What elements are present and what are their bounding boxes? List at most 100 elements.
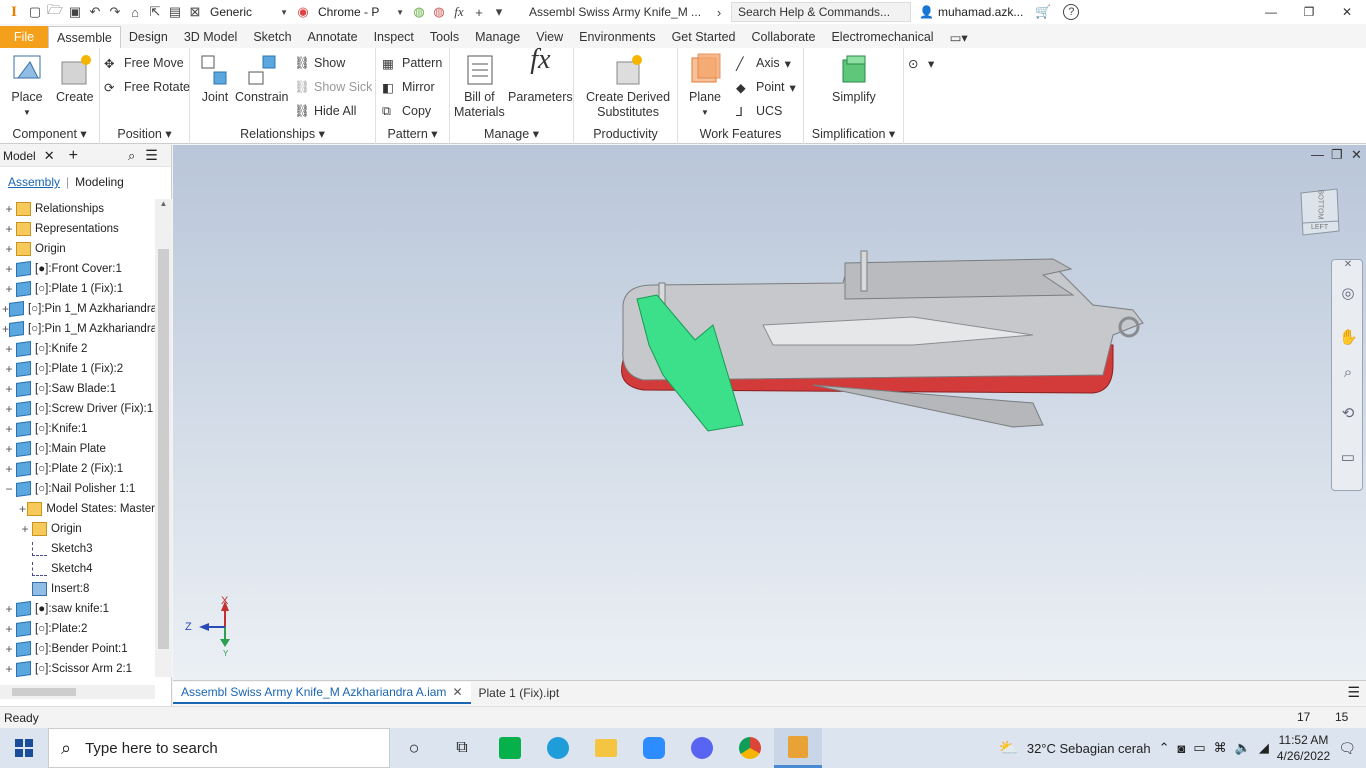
restore-button[interactable]: ❐ — [1290, 0, 1328, 24]
tab-assembly[interactable]: Assembly — [8, 175, 60, 189]
close-button[interactable]: ✕ — [1328, 0, 1366, 24]
expand-toggle-icon[interactable]: + — [2, 222, 16, 236]
webcam-icon[interactable]: ◙ — [1177, 741, 1185, 756]
chevron-right-icon[interactable]: › — [709, 2, 729, 22]
expand-toggle-icon[interactable]: + — [2, 362, 16, 376]
tree-item[interactable]: + [○]:Plate:2 — [0, 619, 155, 639]
bill-of-materials-button[interactable]: Bill of Materials — [454, 52, 505, 120]
inventor-logo-icon[interactable]: I — [3, 1, 25, 23]
chrome-icon[interactable] — [726, 728, 774, 768]
inventor-taskbar-icon[interactable] — [774, 728, 822, 768]
redo-icon[interactable]: ↷ — [105, 2, 125, 22]
create-derived-substitutes-button[interactable]: Create Derived Substitutes — [586, 52, 670, 120]
tree-item[interactable]: Insert:8 — [0, 579, 155, 599]
expand-toggle-icon[interactable]: + — [18, 522, 32, 536]
expand-toggle-icon[interactable]: + — [2, 282, 16, 296]
expand-toggle-icon[interactable]: + — [2, 202, 16, 216]
chevron-up-icon[interactable]: ⌃ — [1159, 740, 1170, 756]
viewport-restore-icon[interactable]: ❐ — [1331, 147, 1343, 163]
start-button[interactable] — [0, 728, 48, 768]
expand-toggle-icon[interactable]: + — [2, 602, 16, 616]
show-button[interactable]: ⛓ Show — [294, 53, 345, 73]
tree-item[interactable]: + Representations — [0, 219, 155, 239]
viewcube[interactable]: BOTTOM LEFT — [1297, 185, 1341, 241]
parameters-button[interactable]: fx Parameters — [508, 46, 573, 105]
pan-icon[interactable]: ✋ — [1339, 328, 1358, 346]
browser-horizontal-scrollbar[interactable] — [0, 685, 155, 699]
update-icon[interactable]: ▤ — [165, 2, 185, 22]
viewcube-left-face[interactable]: LEFT — [1311, 224, 1328, 231]
zoom-app-icon[interactable] — [630, 728, 678, 768]
tab-modeling[interactable]: Modeling — [75, 175, 124, 189]
tab-design[interactable]: Design — [121, 26, 176, 48]
tab-electromechanical[interactable]: Electromechanical — [823, 26, 941, 48]
cortana-icon[interactable]: ○ — [390, 728, 438, 768]
user-account[interactable]: 👤 muhamad.azk... — [919, 5, 1023, 19]
tree-item[interactable]: + Model States: Master — [0, 499, 155, 519]
tree-item[interactable]: + [○]:Pin 1_M Azkhariandra — [0, 319, 155, 339]
tab-inspect[interactable]: Inspect — [366, 26, 422, 48]
viewport-minimize-icon[interactable]: — — [1311, 147, 1324, 162]
tree-item[interactable]: + Relationships — [0, 199, 155, 219]
document-menu-icon[interactable]: ☰ — [1347, 684, 1360, 701]
ucs-button[interactable]: ⅃ UCS — [736, 101, 782, 121]
tab-tools[interactable]: Tools — [422, 26, 467, 48]
free-rotate-button[interactable]: ⟳ Free Rotate — [104, 77, 190, 97]
cart-icon[interactable]: 🛒 — [1033, 2, 1053, 22]
expand-toggle-icon[interactable]: + — [2, 422, 16, 436]
joint-button[interactable]: Joint — [198, 52, 232, 105]
expand-toggle-icon[interactable]: + — [2, 242, 16, 256]
close-tab-icon[interactable]: ✕ — [452, 685, 462, 699]
tree-item[interactable]: + [○]:Scissor Arm 2:1 — [0, 659, 155, 677]
viewcube-bottom-face[interactable]: BOTTOM — [1316, 190, 1323, 220]
line-app-icon[interactable] — [486, 728, 534, 768]
expand-toggle-icon[interactable]: + — [2, 302, 9, 316]
panel-title-pattern[interactable]: Pattern ▾ — [376, 126, 449, 141]
free-move-button[interactable]: ✥ Free Move — [104, 53, 184, 73]
browser-title[interactable]: Model — [3, 149, 36, 163]
expand-toggle-icon[interactable]: − — [2, 482, 16, 496]
orbit-icon[interactable]: ⟲ — [1339, 404, 1357, 422]
edge-icon[interactable] — [534, 728, 582, 768]
tree-item[interactable]: + [●]:saw knife:1 — [0, 599, 155, 619]
tab-manage[interactable]: Manage — [467, 26, 528, 48]
tab-file[interactable]: File — [0, 26, 48, 48]
pattern-button[interactable]: ▦ Pattern — [382, 53, 442, 73]
tree-item[interactable]: + [○]:Saw Blade:1 — [0, 379, 155, 399]
expand-toggle-icon[interactable]: + — [2, 442, 16, 456]
tree-item[interactable]: + [○]:Bender Point:1 — [0, 639, 155, 659]
expand-toggle-icon[interactable]: + — [2, 402, 16, 416]
axis-button[interactable]: ╱ Axis ▾ — [736, 53, 791, 73]
expand-toggle-icon[interactable]: + — [2, 322, 9, 336]
wifi-icon[interactable]: ◢ — [1259, 740, 1269, 756]
viewport-close-icon[interactable]: ✕ — [1351, 147, 1362, 163]
panel-title-simplification[interactable]: Simplification ▾ — [804, 126, 903, 141]
tree-item[interactable]: + [○]:Knife 2 — [0, 339, 155, 359]
customize-icon[interactable]: ▾ — [489, 2, 509, 22]
add-browser-icon[interactable]: + — [69, 147, 78, 165]
tree-item[interactable]: + [○]:Pin 1_M Azkhariandra — [0, 299, 155, 319]
appearance-dropdown[interactable]: Chrome - P ▼ — [313, 3, 409, 21]
tree-item[interactable]: + [○]:Screw Driver (Fix):1 — [0, 399, 155, 419]
hide-all-button[interactable]: ⛓ Hide All — [294, 101, 356, 121]
fx-icon[interactable]: fx — [449, 2, 469, 22]
tree-item[interactable]: + [○]:Main Plate — [0, 439, 155, 459]
minimize-button[interactable]: — — [1252, 0, 1290, 24]
steering-wheel-icon[interactable]: ◎ — [1339, 284, 1357, 302]
expand-toggle-icon[interactable]: + — [2, 342, 16, 356]
tree-item[interactable]: Sketch3 — [0, 539, 155, 559]
tree-item[interactable]: + Origin — [0, 239, 155, 259]
ribbon-options-button[interactable]: ⊙ ▾ — [908, 53, 934, 73]
swiss-army-knife-model[interactable] — [613, 245, 1153, 445]
panel-title-relationships[interactable]: Relationships ▾ — [190, 126, 375, 141]
color-wheel-icon[interactable]: ◉ — [293, 2, 313, 22]
help-icon[interactable]: ? — [1063, 4, 1080, 20]
close-browser-icon[interactable]: ✕ — [44, 148, 55, 164]
help-search-input[interactable]: Search Help & Commands... — [731, 2, 911, 22]
ribbon-display-options-icon[interactable]: ▭▾ — [942, 26, 976, 48]
tree-item[interactable]: + [○]:Knife:1 — [0, 419, 155, 439]
look-at-icon[interactable]: ▭ — [1339, 448, 1357, 466]
zoom-icon[interactable]: ⌕ — [1339, 364, 1357, 382]
expand-toggle-icon[interactable]: + — [2, 642, 16, 656]
tree-item[interactable]: + [○]:Plate 1 (Fix):1 — [0, 279, 155, 299]
